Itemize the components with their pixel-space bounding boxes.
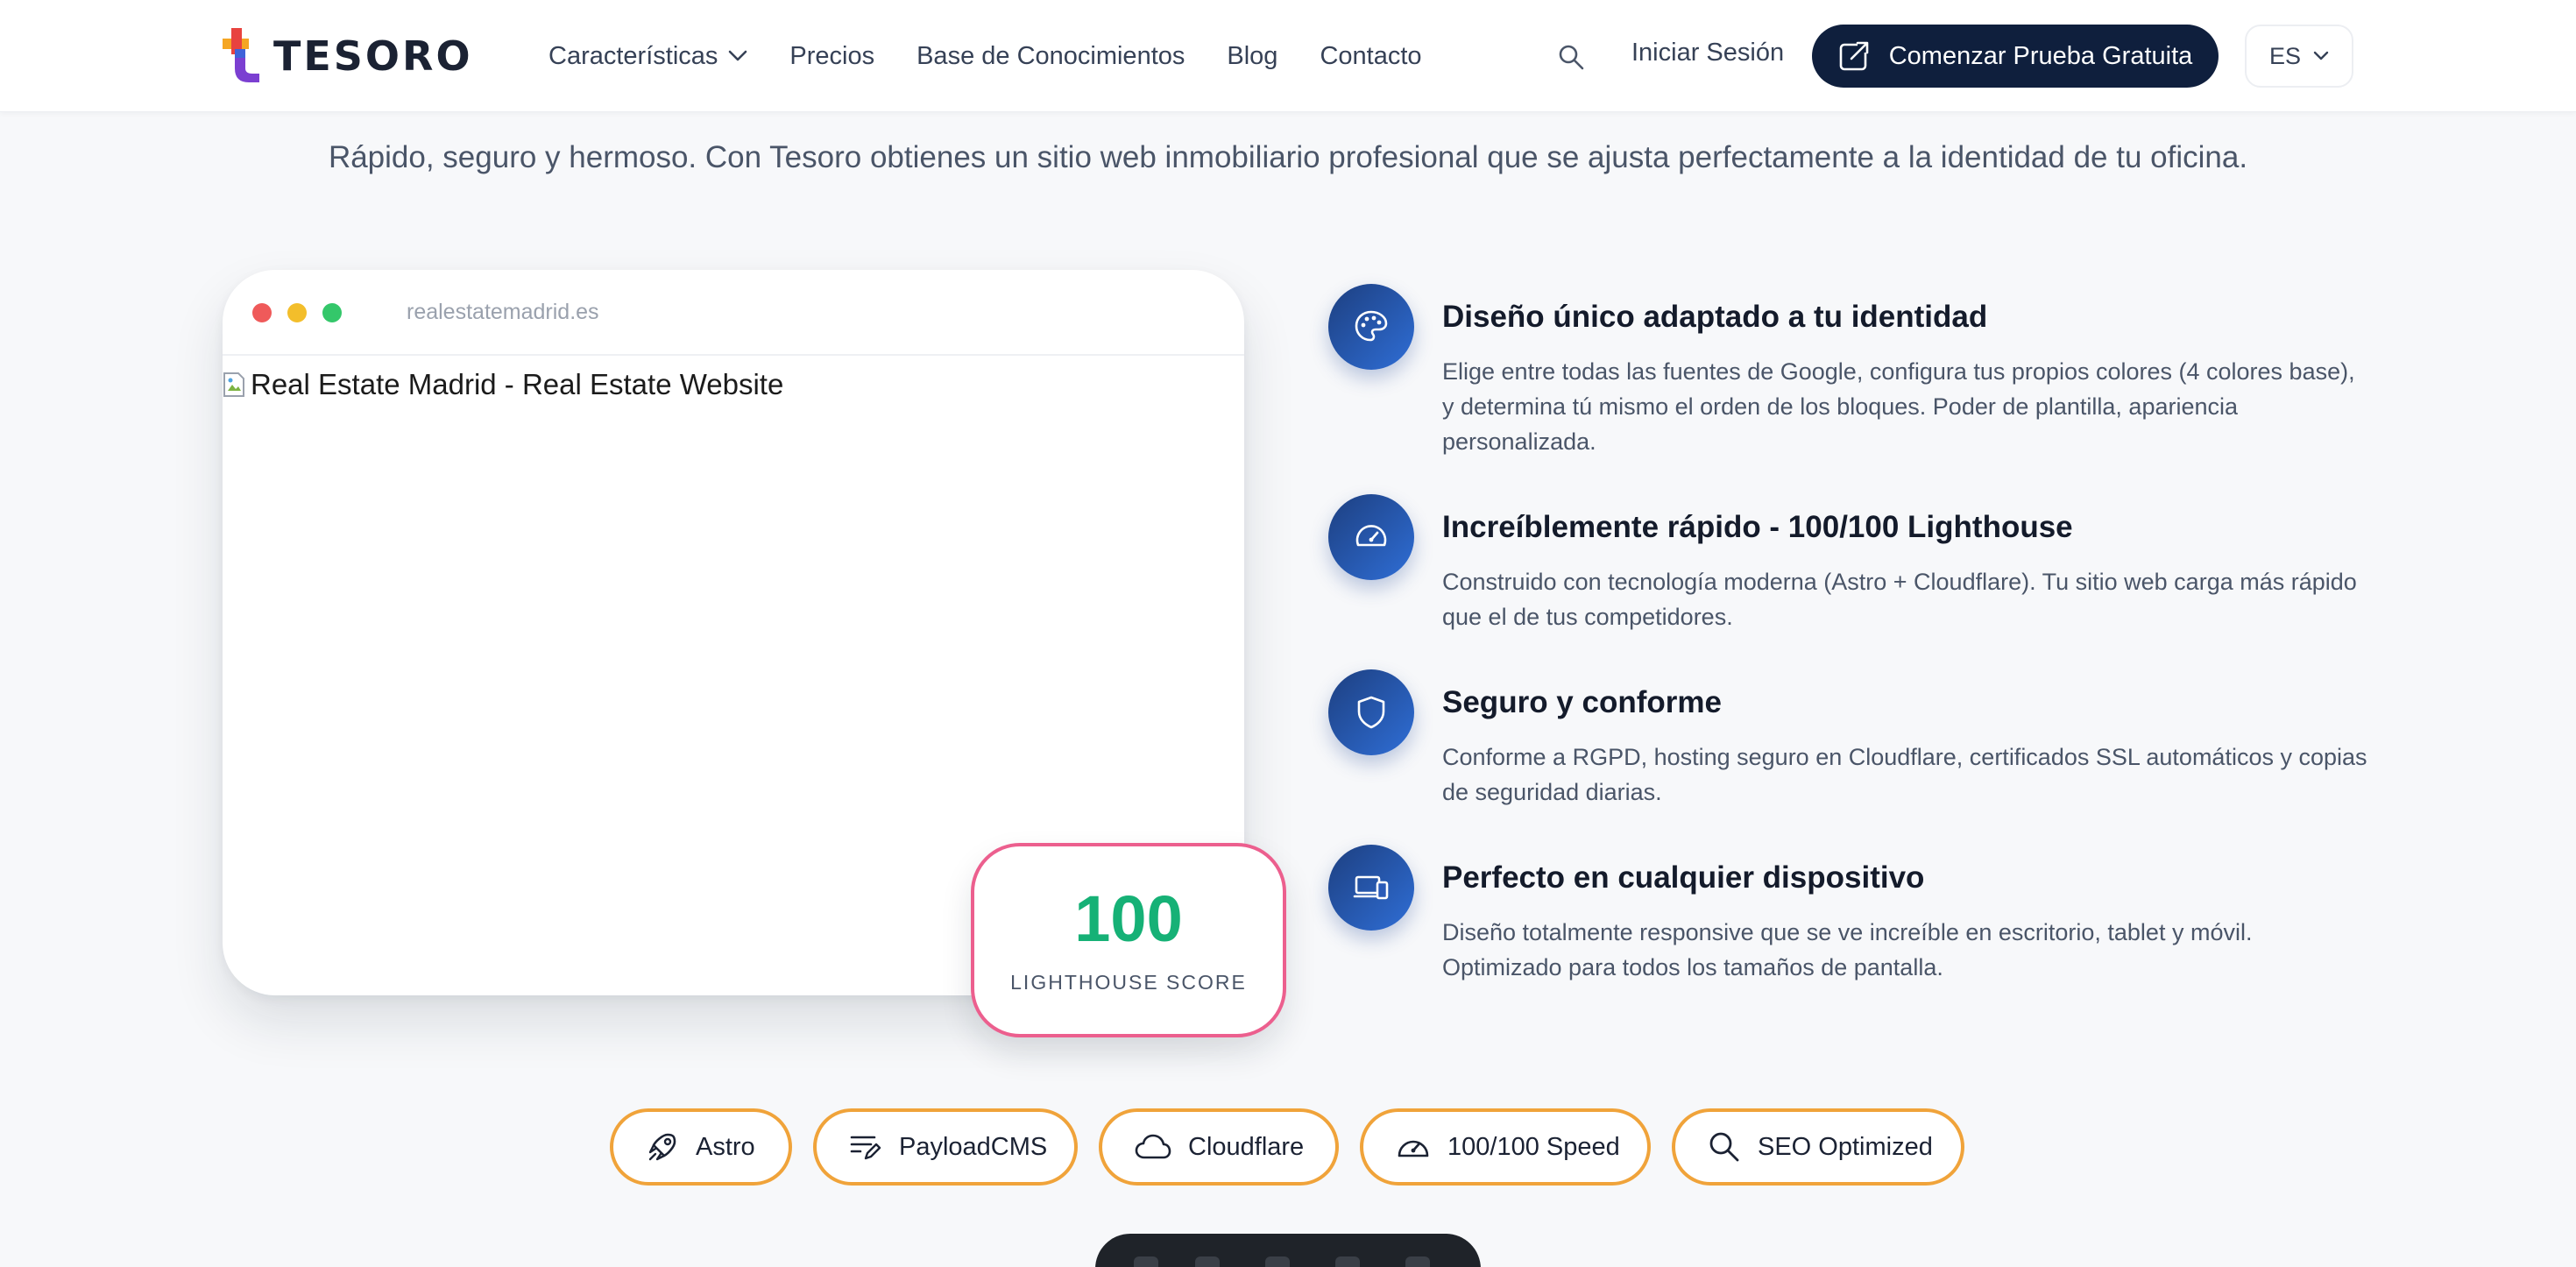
tech-badge-payloadcms[interactable]: PayloadCMS: [813, 1108, 1078, 1186]
rocket-icon: [648, 1133, 676, 1161]
nav-link-contacto[interactable]: Contacto: [1320, 42, 1421, 71]
start-trial-label: Comenzar Prueba Gratuita: [1888, 41, 2193, 70]
logo-mark-icon: [223, 28, 261, 84]
browser-toolbar: realestatemadrid.es: [223, 270, 1244, 356]
tech-badge-label: Cloudflare: [1188, 1132, 1305, 1161]
website-preview-alt-text: Real Estate Madrid - Real Estate Website: [251, 368, 784, 400]
feature-description: Conforme a RGPD, hosting seguro en Cloud…: [1442, 744, 2367, 805]
tech-badge-speed[interactable]: 100/100 Speed: [1360, 1108, 1651, 1186]
shield-icon: [1328, 669, 1414, 755]
feature-title: Seguro y conforme: [1442, 685, 1722, 719]
tech-badge-seo[interactable]: SEO Optimized: [1672, 1108, 1964, 1186]
main-nav: Características Precios Base de Conocimi…: [548, 0, 1464, 112]
devices-icon: [1328, 845, 1414, 931]
window-minimize-dot: [287, 303, 307, 322]
feature-title: Perfecto en cualquier dispositivo: [1442, 860, 1925, 895]
lighthouse-score-card: 100 LIGHTHOUSE SCORE: [971, 843, 1286, 1037]
feature-description: Diseño totalmente responsive que se ve i…: [1442, 919, 2253, 980]
language-label: ES: [2268, 42, 2302, 69]
search-button[interactable]: [1556, 42, 1586, 72]
chevron-down-icon: [729, 50, 747, 61]
palette-icon: [1328, 284, 1414, 370]
dock-item-icon[interactable]: [1405, 1256, 1430, 1267]
dock-item-icon[interactable]: [1134, 1256, 1158, 1267]
nav-link-base-conocimientos[interactable]: Base de Conocimientos: [916, 42, 1185, 71]
feature-description: Elige entre todas las fuentes de Google,…: [1442, 358, 2355, 455]
nav-link-blog[interactable]: Blog: [1227, 42, 1277, 71]
nav-link-precios[interactable]: Precios: [789, 42, 874, 71]
dock-item-icon[interactable]: [1265, 1256, 1290, 1267]
language-selector[interactable]: ES: [2245, 25, 2353, 88]
website-preview-image: Real Estate Madrid - Real Estate Website: [223, 368, 783, 401]
broken-image-icon: [223, 372, 245, 398]
tech-badge-label: SEO Optimized: [1758, 1132, 1933, 1161]
nav-link-label: Características: [548, 41, 718, 70]
tech-badge-label: Astro: [696, 1132, 755, 1161]
logo[interactable]: TESORO: [223, 28, 473, 84]
feature-description: Construido con tecnología moderna (Astro…: [1442, 569, 2357, 630]
search-icon: [1709, 1132, 1739, 1162]
nav-link-caracteristicas[interactable]: Características: [548, 42, 747, 71]
edit-lines-icon: [850, 1136, 881, 1160]
window-maximize-dot: [322, 303, 342, 322]
chevron-down-icon: [2313, 51, 2329, 60]
hero-subtitle: Rápido, seguro y hermoso. Con Tesoro obt…: [328, 140, 2248, 174]
login-link[interactable]: Iniciar Sesión: [1631, 39, 1784, 67]
tech-badge-label: PayloadCMS: [899, 1132, 1048, 1161]
window-close-dot: [252, 303, 272, 322]
navbar: TESORO Características Precios Base de C…: [0, 0, 2576, 112]
tech-badge-astro[interactable]: Astro: [610, 1108, 792, 1186]
browser-url: realestatemadrid.es: [407, 300, 599, 324]
search-icon: [1559, 45, 1584, 70]
lighthouse-score-value: 100: [1074, 882, 1183, 955]
cloud-icon: [1135, 1134, 1171, 1159]
speedometer-icon: [1398, 1140, 1429, 1157]
feature-title: Increíblemente rápido - 100/100 Lighthou…: [1442, 510, 2073, 544]
start-trial-button[interactable]: Comenzar Prueba Gratuita: [1812, 25, 2219, 88]
dock-item-icon[interactable]: [1195, 1256, 1220, 1267]
tech-badge-cloudflare[interactable]: Cloudflare: [1099, 1108, 1339, 1186]
tech-badge-label: 100/100 Speed: [1447, 1132, 1620, 1161]
feature-title: Diseño único adaptado a tu identidad: [1442, 300, 1988, 334]
external-link-icon: [1839, 40, 1870, 71]
speedometer-icon: [1328, 494, 1414, 580]
dock-item-icon[interactable]: [1335, 1256, 1360, 1267]
bottom-dock: [1095, 1234, 1481, 1267]
lighthouse-score-label: LIGHTHOUSE SCORE: [1010, 971, 1247, 994]
logo-text: TESORO: [273, 32, 473, 80]
